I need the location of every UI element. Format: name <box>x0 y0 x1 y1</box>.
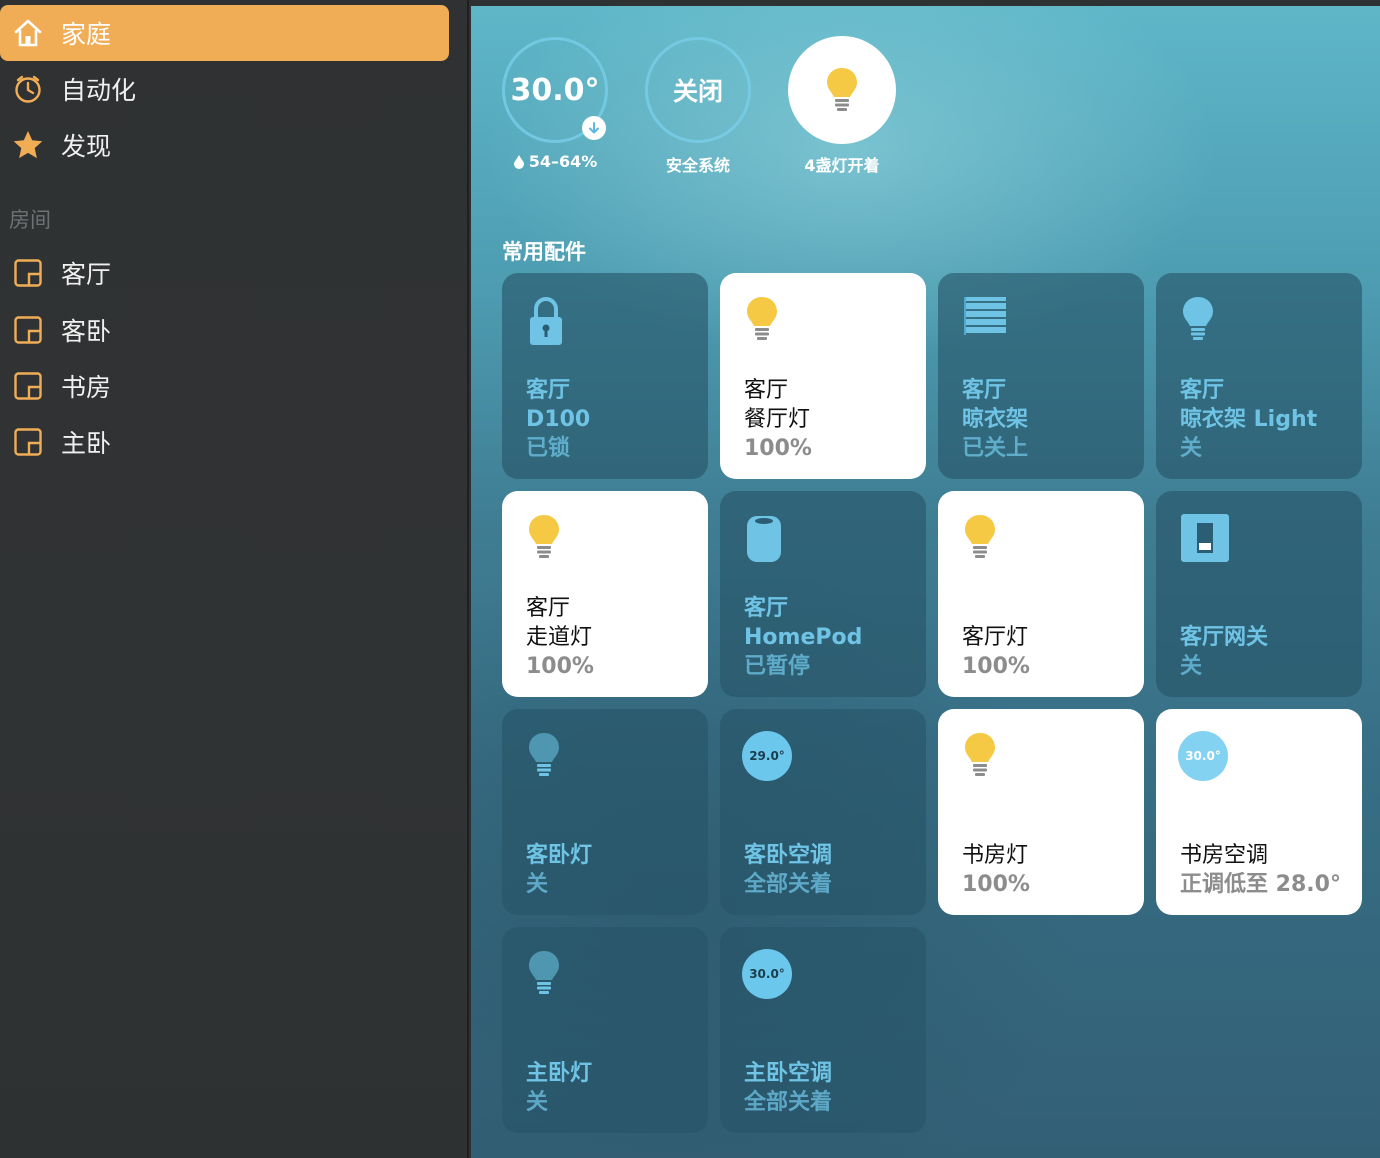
switch-icon <box>1180 513 1230 569</box>
lock-icon <box>526 295 576 351</box>
tile-status: 已关上 <box>962 436 1029 461</box>
tile-name: 晾衣架 <box>962 407 1029 432</box>
accessory-tile-guest-ac[interactable]: 29.0° 客卧空调 全部关着 <box>720 709 926 915</box>
tile-status: 关 <box>526 872 549 897</box>
accessory-tile-dining-light[interactable]: 客厅 餐厅灯 100% <box>720 273 926 479</box>
sidebar-room-living[interactable]: 客厅 <box>0 248 449 298</box>
sidebar-room-label: 客厅 <box>61 260 112 289</box>
lightbulb-icon <box>526 731 576 787</box>
tile-room: 客厅 <box>526 378 571 403</box>
sidebar-room-study[interactable]: 书房 <box>0 361 449 411</box>
tile-name: 书房空调 <box>1180 843 1269 868</box>
lightbulb-icon <box>526 513 576 569</box>
nav-home-label: 家庭 <box>61 20 112 49</box>
tile-name: 晾衣架 Light <box>1180 407 1318 432</box>
security-state: 关闭 <box>672 77 723 106</box>
tile-status: 100% <box>962 654 1030 679</box>
accessory-tile-guest-light[interactable]: 客卧灯 关 <box>502 709 708 915</box>
room-icon <box>11 425 45 459</box>
lightbulb-icon <box>1180 295 1230 351</box>
tile-status: 100% <box>526 654 594 679</box>
tile-name: HomePod <box>744 625 863 650</box>
home-main-area: 30.0° 54–64% 关闭 安全系统 4盏灯开着 常用配件 客厅 D100 … <box>471 0 1380 1158</box>
tile-room: 客厅 <box>526 596 571 621</box>
sidebar-room-label: 书房 <box>61 373 112 402</box>
lights-label: 4盏灯开着 <box>804 156 880 175</box>
tile-name: 书房灯 <box>962 843 1029 868</box>
tile-name: 主卧空调 <box>744 1061 833 1086</box>
homepod-icon <box>744 513 794 569</box>
clock-icon <box>11 72 45 106</box>
tile-status: 100% <box>744 436 812 461</box>
tile-status: 100% <box>962 872 1030 897</box>
thermostat-icon: 29.0° <box>742 731 792 781</box>
tile-name: 客厅网关 <box>1180 625 1269 650</box>
nav-automation-label: 自动化 <box>61 76 137 105</box>
tile-room: 客厅 <box>744 596 789 621</box>
blinds-icon <box>962 295 1012 351</box>
tile-name: 餐厅灯 <box>744 407 811 432</box>
humidity-label: 54–64% <box>475 152 635 171</box>
nav-home[interactable]: 家庭 <box>0 5 449 61</box>
arrow-down-icon <box>582 116 606 140</box>
lightbulb-icon <box>962 731 1012 787</box>
tile-status: 全部关着 <box>744 1090 833 1115</box>
accessory-tile-study-ac[interactable]: 30.0° 书房空调 正调低至 28.0° <box>1156 709 1362 915</box>
nav-automation[interactable]: 自动化 <box>0 61 449 117</box>
accessory-tile-drying-rack[interactable]: 客厅 晾衣架 已关上 <box>938 273 1144 479</box>
lightbulb-icon <box>962 513 1012 569</box>
accessory-tile-living-gateway[interactable]: 客厅网关 关 <box>1156 491 1362 697</box>
tile-status: 已暂停 <box>744 654 811 679</box>
room-icon <box>11 256 45 290</box>
accessory-tile-study-light[interactable]: 书房灯 100% <box>938 709 1144 915</box>
accessory-tile-master-ac[interactable]: 30.0° 主卧空调 全部关着 <box>720 927 926 1133</box>
tile-status: 全部关着 <box>744 872 833 897</box>
tile-status: 已锁 <box>526 436 571 461</box>
lightbulb-icon <box>827 68 857 111</box>
sidebar-room-guest[interactable]: 客卧 <box>0 305 449 355</box>
droplet-icon <box>513 155 524 169</box>
nav-discover[interactable]: 发现 <box>0 117 449 173</box>
tile-status: 关 <box>1180 436 1203 461</box>
tile-room: 客厅 <box>962 378 1007 403</box>
tile-name: 走道灯 <box>526 625 593 650</box>
humidity-value: 54–64% <box>528 152 598 171</box>
tile-name: 客卧空调 <box>744 843 833 868</box>
top-divider <box>471 0 1380 6</box>
security-label: 安全系统 <box>665 156 730 175</box>
tile-room: 客厅 <box>1180 378 1225 403</box>
room-icon <box>11 313 45 347</box>
thermostat-icon: 30.0° <box>1178 731 1228 781</box>
accessory-tile-living-d100[interactable]: 客厅 D100 已锁 <box>502 273 708 479</box>
tile-name: 客卧灯 <box>526 843 593 868</box>
nav-discover-label: 发现 <box>61 132 112 161</box>
sidebar-room-label: 主卧 <box>61 429 112 458</box>
climate-temperature: 30.0° <box>510 72 600 108</box>
sidebar-room-label: 客卧 <box>61 317 112 346</box>
accessory-tile-master-light[interactable]: 主卧灯 关 <box>502 927 708 1133</box>
rooms-section-title: 房间 <box>9 208 51 232</box>
sidebar: 家庭 自动化 发现 房间 客厅 客卧 书房 主卧 <box>0 0 469 1158</box>
star-icon <box>11 128 45 162</box>
security-status-button[interactable]: 关闭 <box>645 37 751 143</box>
house-icon <box>11 16 45 50</box>
tile-room: 客厅 <box>744 378 789 403</box>
accessory-tile-living-light[interactable]: 客厅灯 100% <box>938 491 1144 697</box>
lightbulb-icon <box>526 949 576 1005</box>
lights-status-button[interactable] <box>788 36 896 144</box>
accessory-tile-homepod[interactable]: 客厅 HomePod 已暂停 <box>720 491 926 697</box>
sidebar-room-master[interactable]: 主卧 <box>0 417 449 467</box>
favorites-title: 常用配件 <box>502 240 586 264</box>
tile-name: 客厅灯 <box>962 625 1029 650</box>
tile-name: D100 <box>526 407 591 432</box>
lightbulb-icon <box>744 295 794 351</box>
accessory-tile-drying-rack-light[interactable]: 客厅 晾衣架 Light 关 <box>1156 273 1362 479</box>
accessory-tile-hallway-light[interactable]: 客厅 走道灯 100% <box>502 491 708 697</box>
tile-status: 关 <box>526 1090 549 1115</box>
tile-name: 主卧灯 <box>526 1061 593 1086</box>
tile-status: 关 <box>1180 654 1203 679</box>
thermostat-icon: 30.0° <box>742 949 792 999</box>
room-icon <box>11 369 45 403</box>
tile-status: 正调低至 28.0° <box>1180 872 1341 897</box>
